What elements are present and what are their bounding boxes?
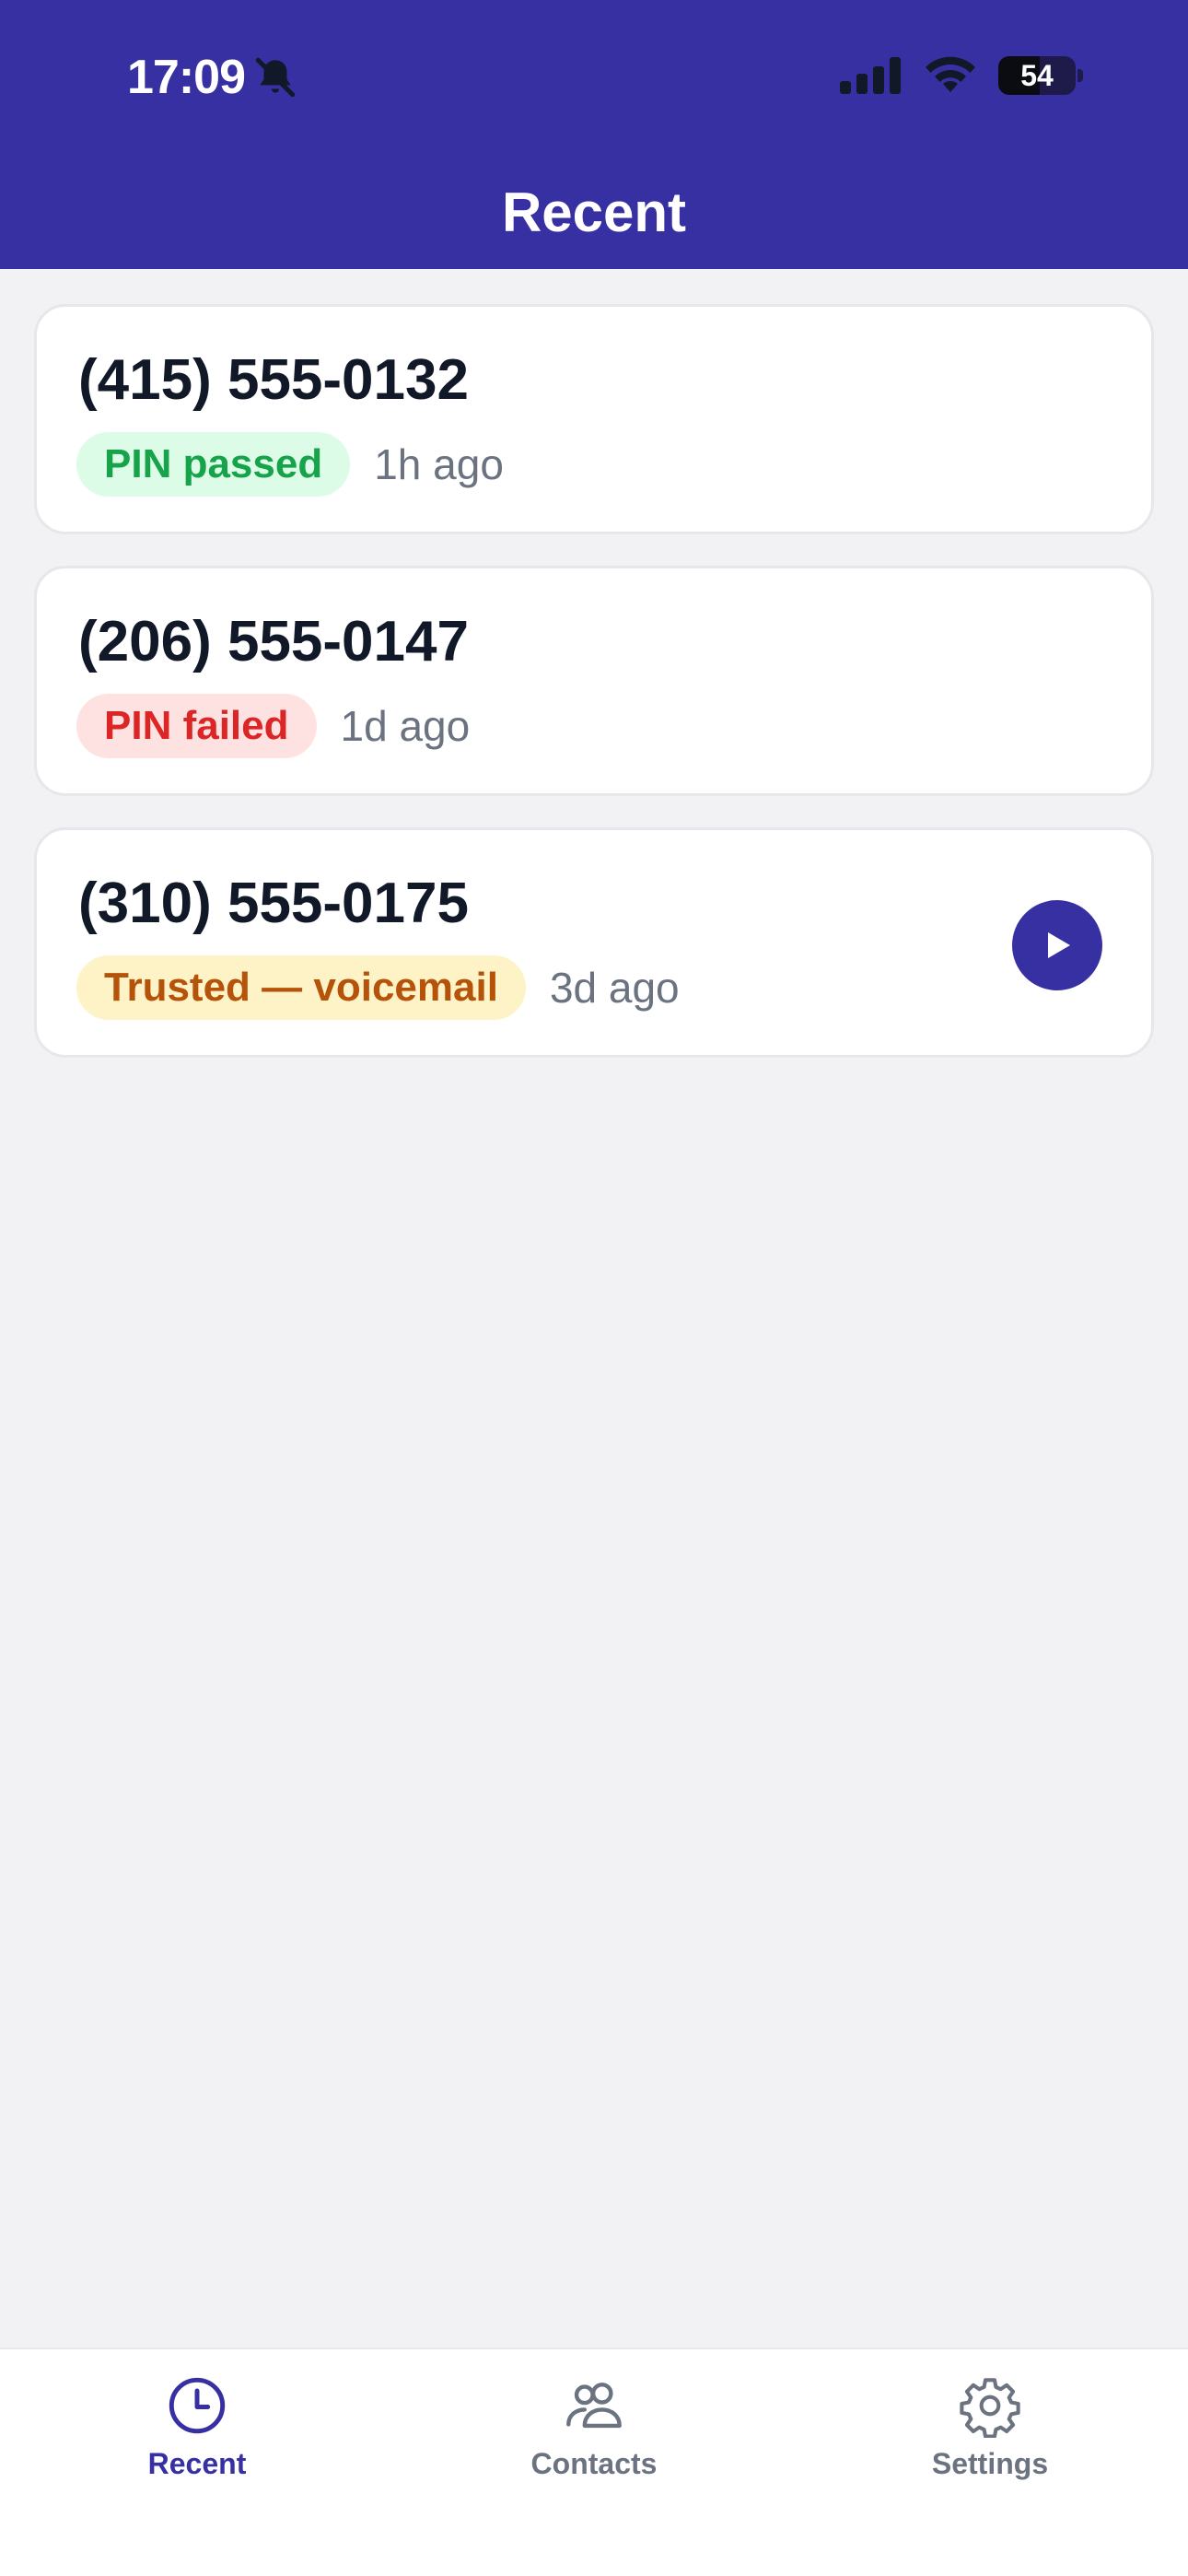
call-time-ago: 1h ago <box>374 440 504 488</box>
bottom-tab-bar: Recent Contacts Settings <box>0 2348 1188 2576</box>
call-meta: Trusted — voicemail 3d ago <box>76 955 680 1020</box>
recent-calls-list: (415) 555-0132 PIN passed 1h ago (206) 5… <box>34 304 1154 1058</box>
call-time-ago: 1d ago <box>340 702 471 750</box>
tab-label: Recent <box>147 2447 247 2480</box>
play-voicemail-button[interactable] <box>1012 900 1102 990</box>
wifi-icon <box>926 56 975 92</box>
status-icons: 54 <box>840 55 1083 96</box>
signal-icon <box>840 57 901 94</box>
tab-label: Settings <box>931 2447 1049 2480</box>
call-time-ago: 3d ago <box>549 964 680 1012</box>
battery-level: 54 <box>1020 58 1054 92</box>
call-card[interactable]: (206) 555-0147 PIN failed 1d ago <box>34 566 1154 796</box>
tab-recent[interactable]: Recent <box>77 2373 317 2481</box>
clock-icon <box>169 2377 226 2434</box>
gear-icon <box>960 2378 1020 2438</box>
call-card[interactable]: (415) 555-0132 PIN passed 1h ago <box>34 304 1154 534</box>
status-bar-time: 17:09 <box>127 50 298 105</box>
battery-nub <box>1077 69 1083 82</box>
call-phone-number: (310) 555-0175 <box>78 872 469 935</box>
play-icon <box>1048 932 1070 958</box>
page-title: Recent <box>501 181 687 243</box>
tab-label: Contacts <box>530 2447 658 2480</box>
bell-muted-icon <box>255 57 296 98</box>
contacts-icon <box>566 2383 622 2429</box>
battery-icon: 54 <box>998 56 1076 95</box>
tab-settings[interactable]: Settings <box>870 2373 1110 2481</box>
tab-contacts[interactable]: Contacts <box>474 2373 714 2481</box>
call-phone-number: (415) 555-0132 <box>78 348 469 412</box>
status-badge: PIN passed <box>76 432 351 497</box>
call-meta: PIN passed 1h ago <box>76 432 504 497</box>
app-header: 17:09 54 Recent <box>0 0 1188 269</box>
call-phone-number: (206) 555-0147 <box>78 610 469 673</box>
status-time-text: 17:09 <box>127 51 246 104</box>
status-badge: Trusted — voicemail <box>76 955 526 1020</box>
call-meta: PIN failed 1d ago <box>76 694 470 758</box>
status-badge: PIN failed <box>76 694 317 758</box>
call-card[interactable]: (310) 555-0175 Trusted — voicemail 3d ag… <box>34 827 1154 1058</box>
